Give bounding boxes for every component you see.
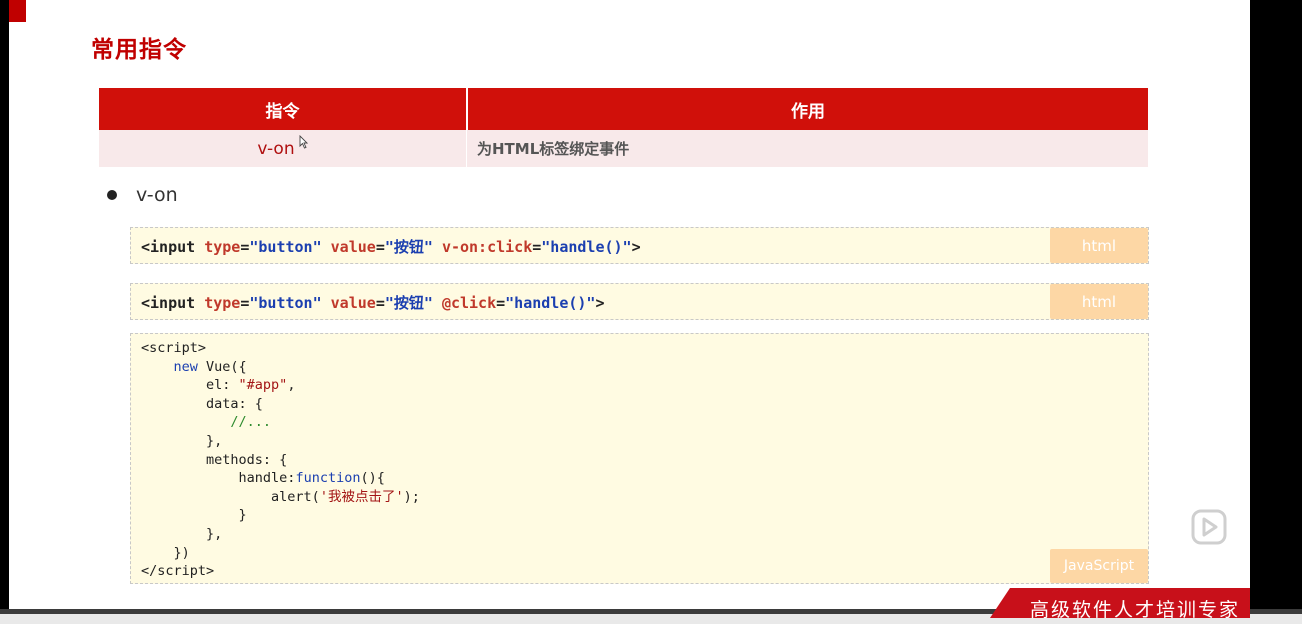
language-tag: html <box>1050 284 1148 319</box>
code-line: new Vue({ <box>173 358 247 375</box>
table-header-directive: 指令 <box>99 88 468 130</box>
bullet-dot <box>107 190 117 200</box>
code-line: <input type="button" value="按钮" @click="… <box>141 294 605 312</box>
directive-name: v-on <box>257 138 295 159</box>
page-title: 常用指令 <box>91 37 187 63</box>
language-tag: html <box>1050 228 1148 263</box>
code-line: alert('我被点击了'); <box>141 488 420 505</box>
code-line: data: { <box>141 395 263 412</box>
play-button[interactable] <box>1169 494 1249 560</box>
code-line: handle:function(){ <box>141 470 385 487</box>
code-line: </script> <box>141 563 215 580</box>
play-icon <box>1191 509 1227 545</box>
corner-mark <box>9 0 26 22</box>
banner-text: 高级软件人才培训专家 <box>1030 598 1241 621</box>
language-tag: JavaScript <box>1050 549 1148 583</box>
code-line: }, <box>141 525 223 542</box>
code-line: methods: { <box>141 451 288 468</box>
bullet-item: v-on <box>107 184 178 206</box>
code-line: } <box>141 507 247 524</box>
code-line: <script> <box>141 340 207 356</box>
slide: 常用指令 指令 作用 v-on 为HTML标签绑定事件 v-on <input … <box>9 0 1250 609</box>
code-block-javascript: <script> new Vue({ el: "#app", data: { /… <box>130 333 1149 584</box>
bullet-text: v-on <box>136 184 178 206</box>
brand-banner: 高级软件人才培训专家 <box>990 588 1250 624</box>
table-header: 指令 作用 <box>99 88 1148 130</box>
code-line: //... <box>230 414 272 431</box>
code-line: }, <box>141 432 223 449</box>
code-line: el: "#app", <box>141 377 296 394</box>
code-line: }) <box>141 544 190 561</box>
table-header-purpose: 作用 <box>791 101 825 122</box>
table-cell-directive: v-on <box>99 130 467 167</box>
directive-table: 指令 作用 v-on 为HTML标签绑定事件 <box>99 88 1148 167</box>
code-block-html-1: <input type="button" value="按钮" v-on:cli… <box>130 227 1149 264</box>
table-cell-purpose: 为HTML标签绑定事件 <box>477 140 630 158</box>
code-block-html-2: <input type="button" value="按钮" @click="… <box>130 283 1149 320</box>
code-line: <input type="button" value="按钮" v-on:cli… <box>141 238 641 256</box>
code-content: <script> new Vue({ el: "#app", data: { /… <box>141 339 420 581</box>
mouse-pointer-icon <box>299 134 308 152</box>
table-row: v-on 为HTML标签绑定事件 <box>99 130 1148 167</box>
